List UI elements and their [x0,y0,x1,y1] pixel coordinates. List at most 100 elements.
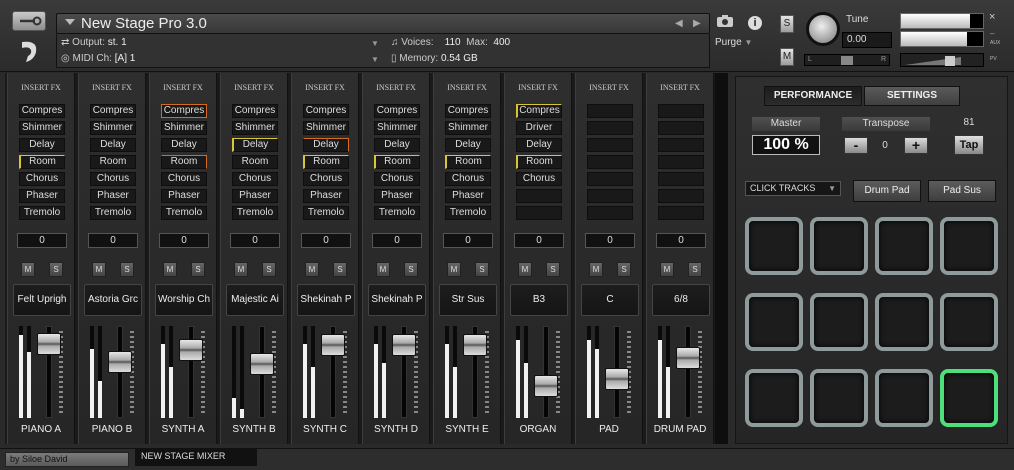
insert-fx-slot[interactable]: Tremolo [232,206,278,220]
insert-fx-slot[interactable]: Room [303,155,349,169]
channel-value[interactable]: 0 [17,233,67,248]
insert-fx-slot[interactable]: Phaser [303,189,349,203]
drum-pad[interactable] [745,369,803,427]
preset-selector[interactable]: Astoria Grc [84,284,142,316]
insert-fx-slot[interactable]: Compres [19,104,65,118]
insert-fx-slot[interactable]: Tremolo [303,206,349,220]
insert-fx-slot[interactable]: Chorus [516,172,562,186]
insert-fx-slot[interactable] [587,138,633,152]
channel-value[interactable]: 0 [230,233,280,248]
solo-button[interactable]: S [262,262,276,277]
insert-fx-slot[interactable]: Room [19,155,65,169]
tune-knob[interactable] [806,12,840,46]
prev-instrument-icon[interactable]: ◀ [675,18,683,29]
mute-button[interactable]: M [163,262,177,277]
insert-fx-slot[interactable]: Delay [516,138,562,152]
insert-fx-slot[interactable]: Delay [161,138,207,152]
mute-button[interactable]: M [376,262,390,277]
title-dropdown-icon[interactable] [65,19,75,25]
instrument-title-bar[interactable]: New Stage Pro 3.0 ◀ ▶ [56,13,710,34]
insert-fx-slot[interactable]: Room [232,155,278,169]
insert-fx-slot[interactable] [516,206,562,220]
pan-slider[interactable]: L R [804,54,890,66]
insert-fx-slot[interactable]: Tremolo [161,206,207,220]
preset-selector[interactable]: Majestic Ai [226,284,284,316]
insert-fx-slot[interactable]: Room [161,155,207,169]
volume-fader-handle[interactable] [463,334,487,357]
insert-fx-slot[interactable]: Shimmer [90,121,136,135]
mute-button[interactable]: M [21,262,35,277]
insert-fx-slot[interactable] [658,172,704,186]
insert-fx-slot[interactable]: Chorus [90,172,136,186]
drum-pad[interactable] [875,217,933,275]
insert-fx-slot[interactable]: Delay [19,138,65,152]
volume-fader-handle[interactable] [534,375,558,397]
insert-fx-slot[interactable]: Compres [161,104,207,118]
insert-fx-slot[interactable]: Delay [303,138,349,152]
insert-fx-slot[interactable]: Phaser [19,189,65,203]
fader-track[interactable] [543,326,549,418]
insert-fx-slot[interactable]: Shimmer [161,121,207,135]
insert-fx-slot[interactable] [587,206,633,220]
solo-button[interactable]: S [404,262,418,277]
insert-fx-slot[interactable]: Tremolo [90,206,136,220]
insert-fx-slot[interactable]: Phaser [232,189,278,203]
insert-fx-slot[interactable]: Chorus [445,172,491,186]
solo-button[interactable]: S [333,262,347,277]
insert-fx-slot[interactable]: Chorus [19,172,65,186]
channel-value[interactable]: 0 [656,233,706,248]
drum-pad[interactable] [940,293,998,351]
insert-fx-slot[interactable]: Room [445,155,491,169]
channel-value[interactable]: 0 [159,233,209,248]
insert-fx-slot[interactable]: Shimmer [303,121,349,135]
insert-fx-slot[interactable]: Shimmer [232,121,278,135]
purge-button[interactable]: Purge ▼ [715,37,752,48]
volume-fader-handle[interactable] [605,368,629,390]
tab-new-stage-mixer[interactable]: NEW STAGE MIXER [135,449,257,466]
insert-fx-slot[interactable]: Room [90,155,136,169]
insert-fx-slot[interactable]: Room [374,155,420,169]
insert-fx-slot[interactable]: Phaser [445,189,491,203]
preset-selector[interactable]: Felt Uprigh [13,284,71,316]
instrument-volume-slider[interactable] [900,53,984,67]
channel-value[interactable]: 0 [88,233,138,248]
channel-value[interactable]: 0 [514,233,564,248]
insert-fx-slot[interactable]: Compres [303,104,349,118]
close-icon[interactable]: × [989,11,995,23]
insert-fx-slot[interactable]: Compres [232,104,278,118]
mute-instrument-button[interactable]: M [780,48,794,66]
insert-fx-slot[interactable]: Shimmer [374,121,420,135]
mute-button[interactable]: M [518,262,532,277]
volume-fader-handle[interactable] [108,350,132,373]
preset-selector[interactable]: 6/8 [652,284,710,316]
fader-track[interactable] [685,326,691,418]
insert-fx-slot[interactable]: Driver [516,121,562,135]
wrench-icon[interactable] [12,11,46,31]
mute-button[interactable]: M [92,262,106,277]
insert-fx-slot[interactable] [587,104,633,118]
insert-fx-slot[interactable]: Chorus [161,172,207,186]
insert-fx-slot[interactable] [658,104,704,118]
max-value[interactable]: 400 [493,37,510,48]
mute-button[interactable]: M [447,262,461,277]
insert-fx-slot[interactable]: Room [516,155,562,169]
solo-button[interactable]: S [688,262,702,277]
volume-fader-handle[interactable] [250,352,274,375]
insert-fx-slot[interactable] [516,189,562,203]
mute-button[interactable]: M [234,262,248,277]
solo-button[interactable]: S [475,262,489,277]
insert-fx-slot[interactable]: Delay [374,138,420,152]
insert-fx-slot[interactable] [658,155,704,169]
preset-selector[interactable]: C [581,284,639,316]
drum-pad[interactable] [875,369,933,427]
insert-fx-slot[interactable]: Phaser [374,189,420,203]
insert-fx-slot[interactable]: Delay [445,138,491,152]
solo-button[interactable]: S [120,262,134,277]
pv-label[interactable]: PV [990,56,997,62]
output-dropdown-icon[interactable]: ▼ [371,39,379,48]
insert-fx-slot[interactable] [587,121,633,135]
solo-button[interactable]: S [617,262,631,277]
volume-fader-handle[interactable] [37,333,61,355]
insert-fx-slot[interactable]: Shimmer [445,121,491,135]
insert-fx-slot[interactable]: Delay [90,138,136,152]
